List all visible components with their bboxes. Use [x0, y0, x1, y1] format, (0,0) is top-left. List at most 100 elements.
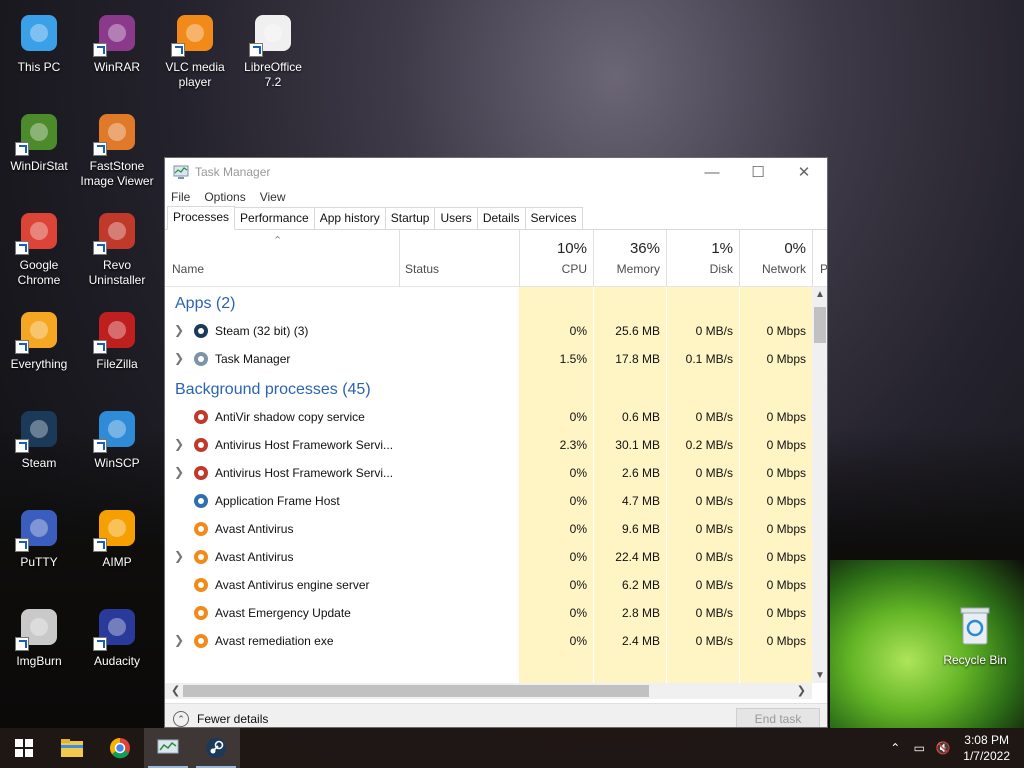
table-row[interactable]: ❯ Avast Antivirus 0% 22.4 MB 0 MB/s 0 Mbps — [165, 543, 812, 571]
desktop-icon-libreoffice[interactable]: LibreOffice 7.2 — [235, 9, 311, 90]
menu-file[interactable]: File — [171, 190, 190, 204]
vertical-scroll-thumb[interactable] — [814, 307, 826, 343]
chevron-right-icon[interactable]: ❯ — [174, 351, 184, 365]
tab-startup[interactable]: Startup — [384, 207, 436, 229]
network-total-percent: 0% — [784, 240, 806, 257]
network-value: 0 Mbps — [766, 410, 806, 424]
menu-view[interactable]: View — [260, 190, 286, 204]
desktop-icon-vlc[interactable]: VLC media player — [157, 9, 233, 90]
tab-users[interactable]: Users — [434, 207, 478, 229]
desktop-icon-winscp[interactable]: WinSCP — [79, 405, 155, 471]
steam-icon — [194, 324, 208, 338]
network-label: Network — [761, 262, 806, 276]
chevron-right-icon[interactable]: ❯ — [174, 465, 184, 479]
taskbar-chrome[interactable] — [96, 728, 144, 768]
scroll-down-icon[interactable]: ▼ — [815, 670, 825, 681]
fewer-details-button[interactable]: ⌃ Fewer details — [173, 711, 268, 727]
scroll-left-icon[interactable]: ❮ — [171, 684, 180, 697]
clock[interactable]: 3:08 PM 1/7/2022 — [955, 732, 1024, 764]
app-frame-icon — [194, 494, 208, 508]
process-name: Antivirus Host Framework Servi... — [215, 466, 394, 480]
network-value: 0 Mbps — [766, 522, 806, 536]
table-row[interactable]: Application Frame Host 0% 4.7 MB 0 MB/s 0 Mb… — [165, 487, 812, 515]
group-label: Background processes (45) — [175, 381, 371, 398]
desktop-icon-putty[interactable]: PuTTY — [1, 504, 77, 570]
column-header-memory[interactable]: 36% Memory — [593, 230, 666, 287]
chevron-right-icon[interactable]: ❯ — [174, 323, 184, 337]
minimize-button[interactable]: — — [689, 158, 735, 186]
desktop-icon-label: PuTTY — [20, 555, 58, 569]
desktop-icon-everything[interactable]: Everything — [1, 306, 77, 372]
taskbar-task-manager[interactable] — [144, 728, 192, 768]
desktop-icon-label: Everything — [10, 357, 68, 371]
desktop-icon-label: AIMP — [102, 555, 132, 569]
horizontal-scrollbar[interactable]: ❮ ❯ — [165, 683, 812, 699]
imgburn-icon — [15, 603, 63, 651]
desktop-icon-filezilla[interactable]: FileZilla — [79, 306, 155, 372]
taskbar-steam[interactable] — [192, 728, 240, 768]
desktop-icon-audacity[interactable]: Audacity — [79, 603, 155, 669]
desktop-icon-revo[interactable]: Revo Uninstaller — [79, 207, 155, 288]
desktop-icon-label: Steam — [21, 456, 57, 470]
chevron-right-icon[interactable]: ❯ — [174, 633, 184, 647]
table-row[interactable]: ❯ Antivirus Host Framework Servi... 0% 2.6 … — [165, 459, 812, 487]
column-header-name[interactable]: Name — [165, 230, 399, 287]
tab-services[interactable]: Services — [524, 207, 583, 229]
desktop-icon-label: LibreOffice 7.2 — [244, 60, 302, 89]
tab-processes[interactable]: Processes — [167, 206, 236, 230]
desktop-icon-windirstat[interactable]: WinDirStat — [1, 108, 77, 174]
table-row[interactable]: Avast Antivirus 0% 9.6 MB 0 MB/s 0 Mbps — [165, 515, 812, 543]
antivirus-shield-icon — [194, 466, 208, 480]
title-bar[interactable]: Task Manager — ☐ ✕ — [165, 158, 827, 186]
desktop-icon-imgburn[interactable]: ImgBurn — [1, 603, 77, 669]
desktop-icon-aimp[interactable]: AIMP — [79, 504, 155, 570]
column-header-status[interactable]: Status — [399, 230, 519, 287]
cpu-value: 0% — [569, 550, 587, 564]
close-button[interactable]: ✕ — [781, 158, 827, 186]
desktop-icon-this-pc[interactable]: This PC — [1, 9, 77, 75]
tab-performance[interactable]: Performance — [234, 207, 315, 229]
group-apps: Apps (2) — [165, 287, 812, 317]
chevron-right-icon[interactable]: ❯ — [174, 549, 184, 563]
table-row[interactable]: ❯ Avast remediation exe 0% 2.4 MB 0 MB/s 0 Mb… — [165, 627, 812, 655]
scroll-up-icon[interactable]: ▲ — [815, 289, 825, 300]
desktop-icon-faststone[interactable]: FastStone Image Viewer — [79, 108, 155, 189]
windirstat-icon — [15, 108, 63, 156]
menu-bar: File Options View — [165, 186, 827, 208]
menu-options[interactable]: Options — [204, 190, 245, 204]
scroll-right-icon[interactable]: ❯ — [797, 684, 806, 697]
column-header-power-partial[interactable]: P — [820, 262, 827, 276]
disk-value: 0.2 MB/s — [685, 438, 733, 452]
table-row[interactable]: ❯ Task Manager 1.5% 17.8 MB 0.1 MB/s 0 Mbps — [165, 345, 812, 373]
end-task-button[interactable]: End task — [736, 708, 820, 727]
chevron-up-icon[interactable]: ⌃ — [883, 741, 907, 755]
vertical-scrollbar[interactable]: ▲ ▼ — [812, 287, 827, 683]
table-row[interactable]: Avast Emergency Update 0% 2.8 MB 0 MB/s 0 Mb… — [165, 599, 812, 627]
column-header-cpu[interactable]: 10% CPU — [519, 230, 593, 287]
table-row[interactable]: AntiVir shadow copy service 0% 0.6 MB 0 MB/… — [165, 403, 812, 431]
taskbar-file-explorer[interactable] — [48, 728, 96, 768]
memory-total-percent: 36% — [629, 240, 660, 257]
network-value: 0 Mbps — [766, 352, 806, 366]
speaker-muted-icon[interactable]: 🔇 — [931, 741, 955, 755]
tab-details[interactable]: Details — [476, 207, 526, 229]
table-row[interactable]: ❯ Steam (32 bit) (3) 0% 25.6 MB 0 MB/s 0 Mbps — [165, 317, 812, 345]
cpu-value: 0% — [569, 634, 587, 648]
tab-app-history[interactable]: App history — [313, 207, 386, 229]
task-manager-window[interactable]: Task Manager — ☐ ✕ File Options View Pro… — [164, 157, 828, 728]
antivirus-shield-icon — [194, 410, 208, 424]
cpu-value: 0% — [569, 522, 587, 536]
maximize-button[interactable]: ☐ — [735, 158, 781, 186]
start-button[interactable] — [0, 728, 48, 768]
horizontal-scroll-thumb[interactable] — [183, 685, 649, 697]
desktop-icon-winrar[interactable]: WinRAR — [79, 9, 155, 75]
desktop-icon-chrome[interactable]: Google Chrome — [1, 207, 77, 288]
chevron-right-icon[interactable]: ❯ — [174, 437, 184, 451]
desktop-icon-steam[interactable]: Steam — [1, 405, 77, 471]
table-row[interactable]: ❯ Antivirus Host Framework Servi... 2.3% 30… — [165, 431, 812, 459]
network-icon[interactable]: ▭ — [907, 741, 931, 755]
column-header-disk[interactable]: 1% Disk — [666, 230, 739, 287]
desktop-icon-recycle-bin[interactable]: Recycle Bin — [940, 602, 1010, 668]
table-row[interactable]: Avast Antivirus engine server 0% 6.2 MB 0 M… — [165, 571, 812, 599]
column-header-network[interactable]: 0% Network — [739, 230, 812, 287]
